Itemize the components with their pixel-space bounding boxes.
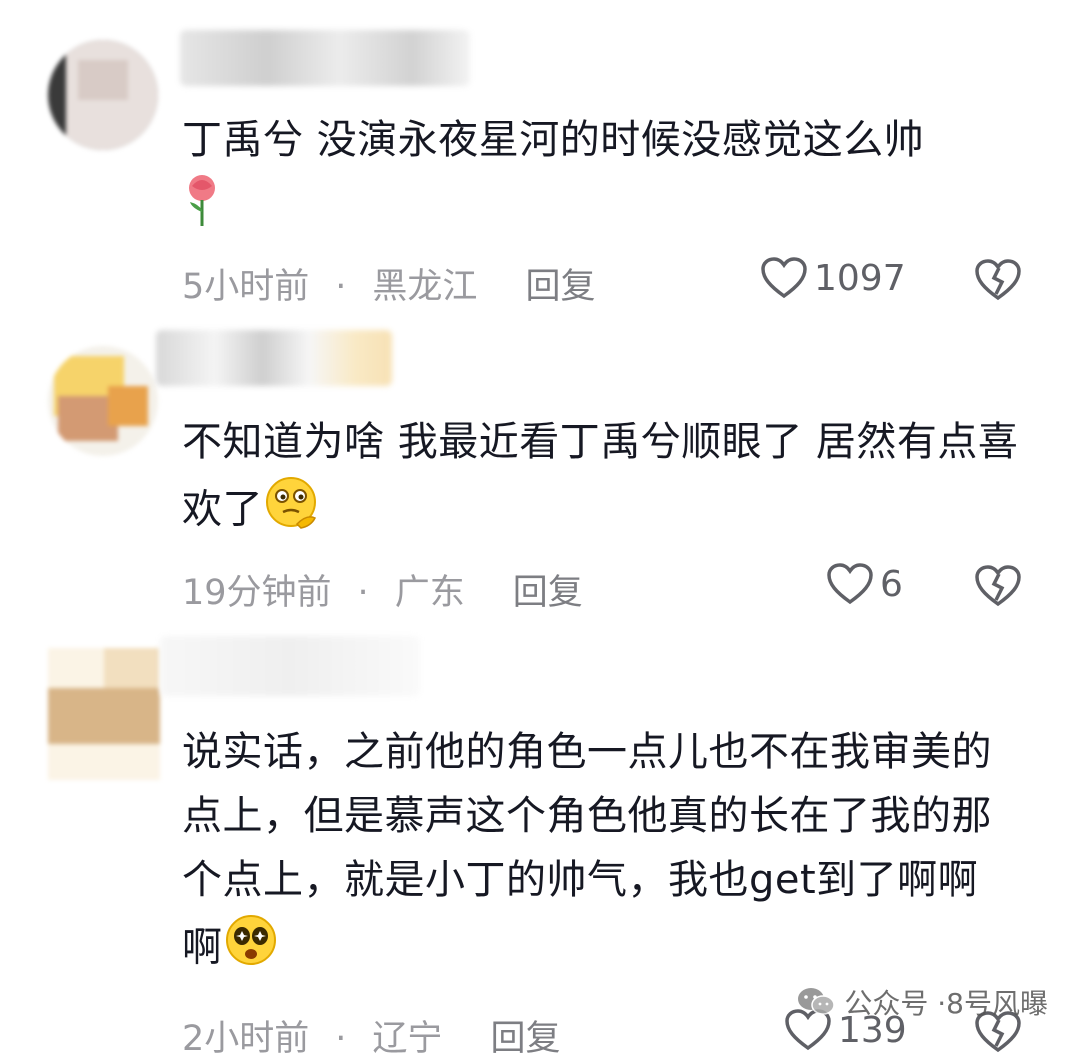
- comment-meta: 2小时前 · 辽宁 回复: [182, 1010, 560, 1061]
- broken-heart-icon[interactable]: [974, 258, 1022, 302]
- comment-time: 5小时前: [182, 267, 310, 307]
- separator-dot: ·: [335, 1019, 347, 1059]
- watermark-prefix: 公众号 ·: [844, 987, 947, 1020]
- comment-text: 丁禹兮 没演永夜星河的时候没感觉这么帅: [182, 108, 1032, 247]
- starry-eyes-emoji: [223, 912, 279, 987]
- like-count: 1097: [814, 257, 906, 299]
- comment-text-content: 丁禹兮 没演永夜星河的时候没感觉这么帅: [182, 117, 925, 163]
- comment-text: 说实话，之前他的角色一点儿也不在我审美的点上，但是慕声这个角色他真的长在了我的那…: [182, 720, 1002, 987]
- username-redacted[interactable]: [180, 30, 470, 86]
- comment-meta: 5小时前 · 黑龙江 回复: [182, 258, 595, 309]
- like-button[interactable]: 6: [826, 562, 903, 606]
- watermark: 公众号 · 8号风曝: [796, 982, 1048, 1022]
- comment-meta: 19分钟前 · 广东 回复: [182, 564, 583, 615]
- comment-location: 广东: [394, 573, 465, 613]
- rose-emoji: [182, 172, 222, 247]
- reply-button[interactable]: 回复: [513, 564, 583, 615]
- separator-dot: ·: [357, 573, 369, 613]
- username-redacted[interactable]: [156, 330, 392, 386]
- avatar[interactable]: [48, 40, 158, 150]
- broken-heart-icon[interactable]: [974, 564, 1022, 608]
- separator-dot: ·: [335, 267, 347, 307]
- comment-text-content: 说实话，之前他的角色一点儿也不在我审美的点上，但是慕声这个角色他真的长在了我的那…: [182, 729, 992, 971]
- heart-icon: [827, 563, 873, 605]
- watermark-name: 8号风曝: [946, 987, 1048, 1020]
- comment-text: 不知道为啥 我最近看丁禹兮顺眼了 居然有点喜欢了: [182, 410, 1042, 549]
- like-count: 6: [880, 563, 903, 605]
- reply-button[interactable]: 回复: [525, 258, 595, 309]
- like-button[interactable]: 1097: [760, 256, 906, 300]
- heart-icon: [761, 257, 807, 299]
- comment-location: 辽宁: [372, 1019, 443, 1059]
- comment-location: 黑龙江: [372, 267, 478, 307]
- avatar[interactable]: [48, 648, 160, 780]
- reply-button[interactable]: 回复: [490, 1010, 560, 1061]
- comment-time: 19分钟前: [182, 573, 332, 613]
- username-redacted[interactable]: [160, 636, 420, 696]
- comment-time: 2小时前: [182, 1019, 310, 1059]
- wechat-icon: [798, 988, 836, 1015]
- thinking-face-emoji: [263, 474, 321, 549]
- avatar[interactable]: [48, 346, 158, 456]
